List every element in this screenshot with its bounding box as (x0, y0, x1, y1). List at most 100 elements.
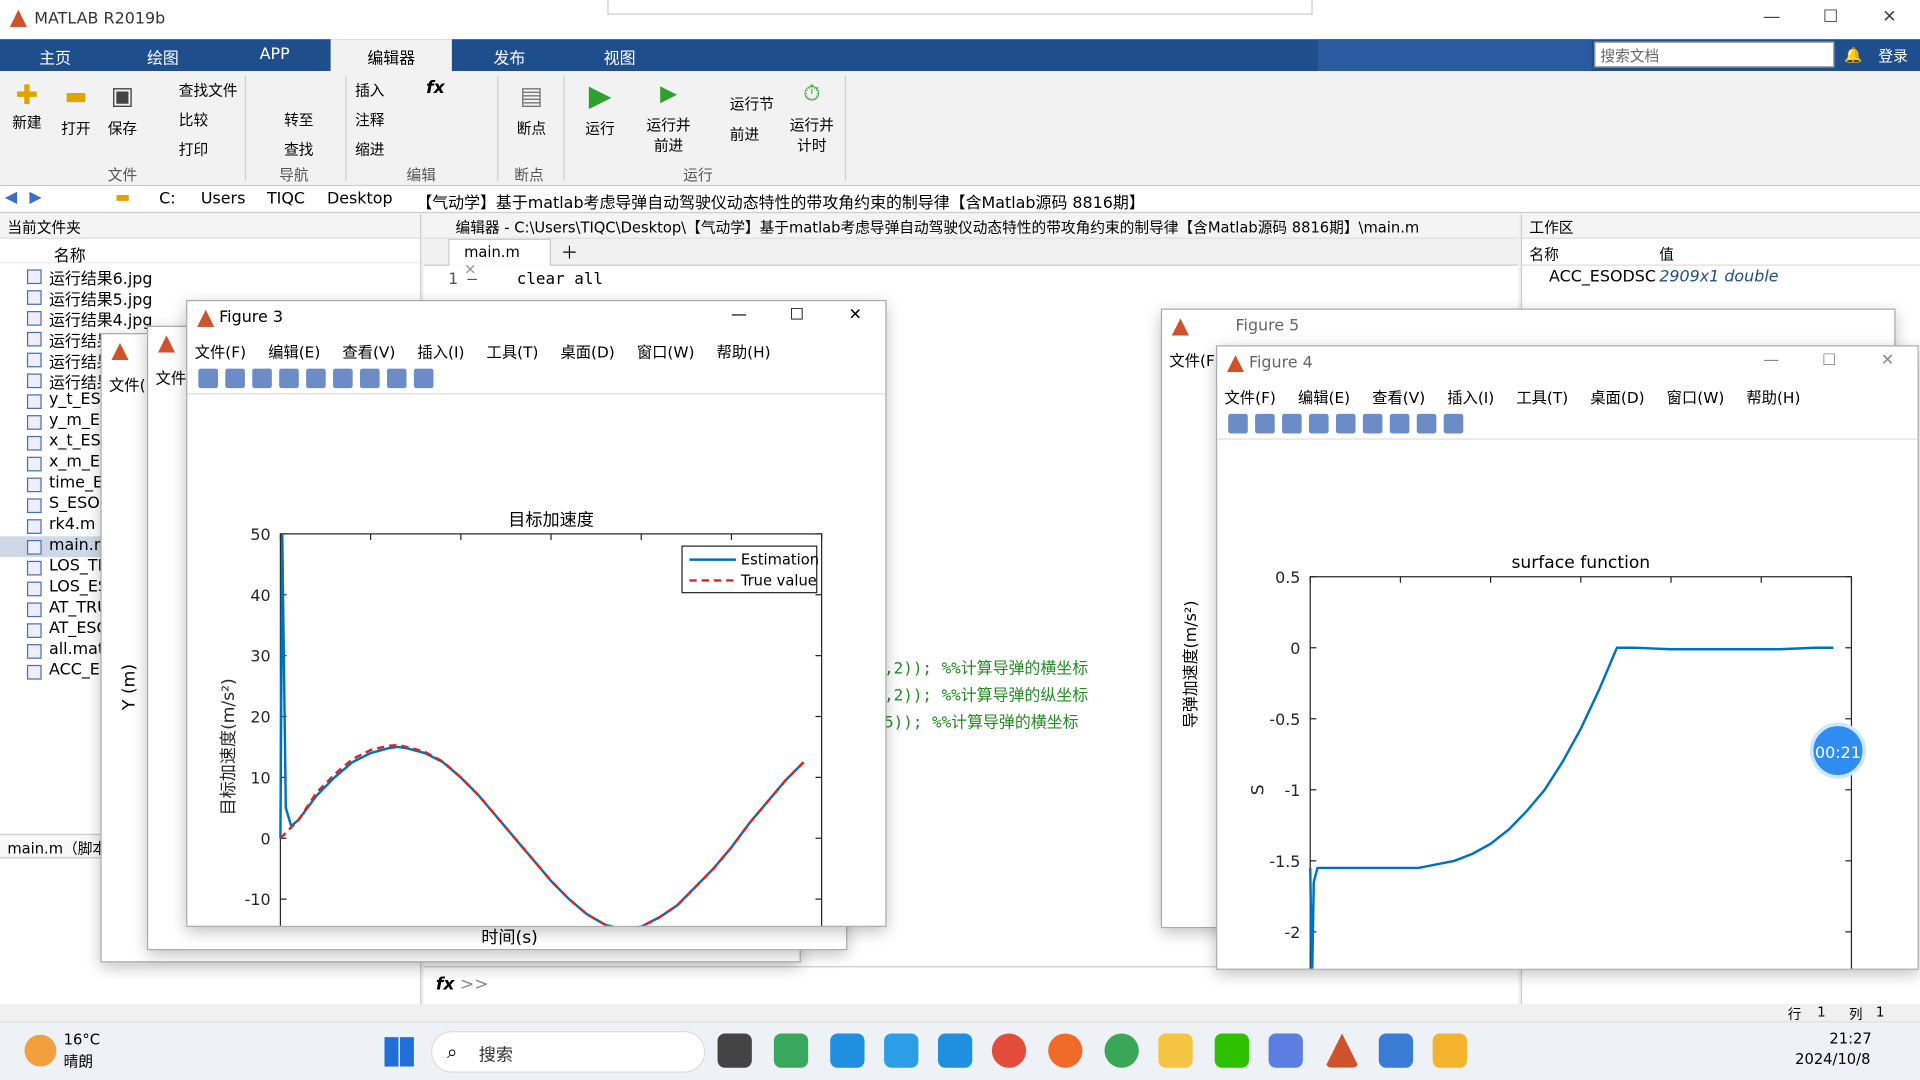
forward-icon[interactable]: ▶ (29, 189, 41, 207)
print-icon[interactable] (279, 368, 299, 389)
back-icon[interactable]: ◀ (5, 189, 17, 207)
legend-icon[interactable] (1389, 413, 1410, 434)
chrome-icon[interactable] (991, 1033, 1027, 1068)
login-link[interactable]: 登录 (1878, 45, 1907, 66)
menu-view[interactable]: 查看(V) (342, 343, 395, 361)
recording-timer-badge[interactable]: 00:21 (1809, 722, 1867, 779)
code-comment-3[interactable]: 5)); %%计算导弹的横坐标 (884, 709, 1078, 732)
run-advance-button[interactable]: ▶ 运行并 前进 (642, 81, 696, 156)
property-editor-icon[interactable] (1443, 413, 1464, 434)
ie-icon[interactable] (884, 1033, 919, 1068)
maximize-icon[interactable]: ☐ (1812, 7, 1849, 27)
new-figure-icon[interactable] (198, 368, 218, 389)
advance-button[interactable]: 前进 (730, 124, 759, 145)
clock-date[interactable]: 2024/10/8 (1795, 1051, 1870, 1068)
new-figure-icon[interactable] (1228, 413, 1248, 434)
close-icon[interactable]: ✕ (849, 306, 862, 324)
tab-home[interactable]: 主页 (39, 45, 71, 68)
print-icon[interactable] (1308, 413, 1329, 434)
menu-file[interactable]: 文件(F) (1225, 388, 1276, 406)
search-documentation-input[interactable]: 搜索文档 (1594, 41, 1835, 68)
menu-insert[interactable]: 插入(I) (1447, 388, 1494, 406)
edge-icon[interactable] (830, 1033, 865, 1068)
app-icon[interactable] (1158, 1033, 1193, 1068)
pointer-icon[interactable] (386, 368, 407, 389)
taskbar-search[interactable]: ⌕ 搜索 (431, 1031, 706, 1073)
breadcrumb-users[interactable]: Users (201, 190, 246, 208)
minimize-icon[interactable]: — (1763, 351, 1779, 369)
task-view-icon[interactable] (717, 1033, 752, 1068)
save-icon[interactable] (252, 368, 272, 389)
menu-desktop[interactable]: 桌面(D) (560, 343, 614, 361)
comment-button[interactable]: 注释 (355, 109, 384, 130)
close-icon[interactable]: ✕ (1881, 351, 1894, 369)
menu-help[interactable]: 帮助(H) (717, 343, 771, 361)
edge-dev-icon[interactable] (773, 1033, 809, 1068)
figure-4-window[interactable]: Figure 4 — ☐ ✕ 文件(F) 编辑(E) 查看(V) 插入(I) 工… (1215, 345, 1919, 970)
open-icon[interactable] (1255, 413, 1275, 434)
code-comment-2[interactable]: ,2)); %%计算导弹的纵坐标 (884, 682, 1088, 705)
compare-button[interactable]: 比较 (179, 109, 208, 130)
menu-tools[interactable]: 工具(T) (487, 343, 539, 361)
close-icon[interactable]: ✕ (1871, 7, 1908, 27)
menu-insert[interactable]: 插入(I) (417, 343, 464, 361)
menu-window[interactable]: 窗口(W) (637, 343, 695, 361)
breakpoints-button[interactable]: ▤ 断点 (512, 81, 551, 139)
weather-temp[interactable]: 16°C (64, 1031, 100, 1048)
menu-window[interactable]: 窗口(W) (1667, 388, 1725, 406)
figure-3-window[interactable]: Figure 3 — ☐ ✕ 文件(F) 编辑(E) 查看(V) 插入(I) 工… (186, 300, 887, 927)
open-icon[interactable] (225, 368, 245, 389)
run-section-button[interactable]: 运行节 (730, 93, 774, 114)
breadcrumb-tiqc[interactable]: TIQC (267, 190, 305, 208)
start-icon[interactable] (384, 1037, 414, 1067)
clock-time[interactable]: 21:27 (1829, 1030, 1871, 1047)
new-button[interactable]: ✚ 新建 (10, 81, 44, 132)
run-time-button[interactable]: ⏱ 运行并 计时 (786, 81, 837, 156)
colorbar-icon[interactable] (1362, 413, 1383, 434)
goto-button[interactable]: 转至 (284, 109, 313, 130)
weather-icon[interactable] (24, 1034, 57, 1067)
wechat-icon[interactable] (1214, 1033, 1249, 1068)
minimize-icon[interactable]: — (731, 306, 747, 324)
minimize-icon[interactable]: — (1753, 7, 1790, 27)
file-explorer-icon[interactable] (1432, 1033, 1467, 1068)
notepad-icon[interactable] (1378, 1033, 1414, 1068)
tab-editor[interactable]: 编辑器 (330, 39, 452, 72)
maximize-icon[interactable]: ☐ (1822, 351, 1836, 369)
bell-icon[interactable]: 🔔 (1844, 47, 1862, 64)
tab-view[interactable]: 视图 (604, 45, 636, 68)
command-window[interactable]: fx >> (423, 966, 1519, 1004)
menu-file[interactable]: 文件(F) (195, 343, 246, 361)
new-tab-icon[interactable]: ＋ (561, 240, 578, 264)
workspace-col-name[interactable]: 名称 (1529, 244, 1558, 265)
link-plot-icon[interactable] (306, 368, 326, 389)
workspace-col-value[interactable]: 值 (1659, 244, 1674, 265)
link-plot-icon[interactable] (1335, 413, 1356, 434)
menu-view[interactable]: 查看(V) (1372, 388, 1425, 406)
menu-desktop[interactable]: 桌面(D) (1590, 388, 1644, 406)
menu-help[interactable]: 帮助(H) (1746, 388, 1800, 406)
code-comment-1[interactable]: ,2)); %%计算导弹的横坐标 (884, 655, 1088, 678)
open-button[interactable]: ▬ 打开 (59, 81, 93, 139)
colorbar-icon[interactable] (333, 368, 353, 389)
fx-icon[interactable]: fx (426, 78, 445, 98)
workspace-row[interactable]: ACC_ESODSC 2909x1 double (1522, 266, 1920, 288)
browser-icon[interactable] (937, 1033, 973, 1068)
indent-button[interactable]: 缩进 (355, 138, 384, 159)
save-icon[interactable] (1282, 413, 1302, 434)
firefox-icon[interactable] (1048, 1033, 1083, 1068)
breadcrumb-desktop[interactable]: Desktop (327, 190, 393, 208)
address-bar[interactable]: ◀ ▶ ▬ C: Users TIQC Desktop 【气动学】基于matla… (0, 186, 1920, 214)
property-editor-icon[interactable] (413, 368, 434, 389)
pointer-icon[interactable] (1416, 413, 1437, 434)
current-folder-column-name[interactable]: 名称 (0, 239, 421, 266)
menu-tools[interactable]: 工具(T) (1516, 388, 1568, 406)
legend-icon[interactable] (360, 368, 380, 389)
maximize-icon[interactable]: ☐ (790, 306, 804, 324)
tab-main-m[interactable]: main.m ✕ (448, 238, 552, 278)
menu-edit[interactable]: 编辑(E) (268, 343, 320, 361)
tab-publish[interactable]: 发布 (493, 45, 525, 68)
find-button[interactable]: 查找 (284, 138, 313, 159)
find-files-button[interactable]: 查找文件 (179, 80, 238, 101)
code-line-1[interactable]: clear all (517, 271, 603, 289)
